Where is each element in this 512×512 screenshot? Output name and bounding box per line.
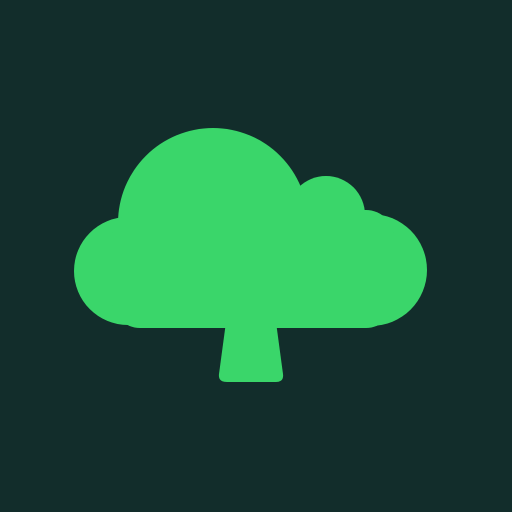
tree-shape: [74, 128, 427, 382]
trunk: [218, 322, 284, 382]
canopy-base: [112, 210, 394, 328]
app-icon-canvas: [0, 0, 512, 512]
tree-cloud-icon: [74, 128, 427, 382]
